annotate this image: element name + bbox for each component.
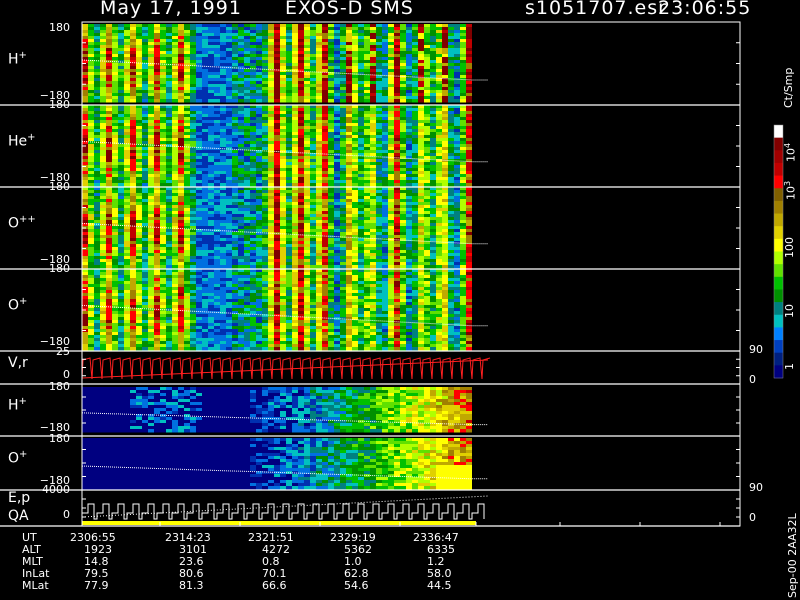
spectrogram-panel	[82, 187, 472, 269]
side-stamp: Sep-00 2AA32L	[786, 513, 799, 598]
qa-bar	[82, 521, 476, 525]
colorbar-tick-10: 10	[783, 304, 796, 318]
panel-label-qa: QA	[8, 508, 29, 524]
spectrogram-panel	[82, 387, 472, 433]
colorbar-swatch	[774, 340, 783, 354]
ytick-ep-max: 4000	[42, 483, 70, 496]
colorbar-swatch	[774, 175, 783, 189]
spectrogram-panel	[82, 105, 472, 187]
ephemeris-row-name: MLat	[22, 579, 49, 592]
panel-label-h-plus: H+	[8, 50, 27, 68]
colorbar-swatch	[774, 327, 783, 341]
panel-label-he-plus: He+	[8, 132, 36, 150]
colorbar-swatch	[774, 200, 783, 215]
spectrogram-panel	[82, 269, 472, 351]
colorbar-swatch	[774, 289, 783, 303]
ytick-o2-max: 180	[49, 432, 70, 445]
colorbar-swatch	[774, 314, 783, 328]
colorbar-swatch	[774, 276, 783, 290]
colorbar-swatch	[774, 251, 783, 265]
colorbar-swatch	[774, 213, 783, 227]
panel-label-ep: E,p	[8, 490, 31, 506]
panel-label-o-plus-2: O+	[8, 449, 28, 467]
colorbar-swatch	[774, 264, 783, 278]
ephemeris-cell: 54.6	[344, 579, 369, 592]
ephemeris-cell: 81.3	[179, 579, 204, 592]
y2tick-vr-max: 90	[749, 343, 763, 356]
colorbar-swatch	[774, 352, 783, 366]
ytick-h2-max: 180	[49, 380, 70, 393]
ephemeris-table: UT 2306:55 2314:23 2321:51 2329:19 2336:47 ALT…	[22, 532, 462, 592]
y2tick-vr-min: 0	[749, 373, 756, 386]
colorbar-swatch	[774, 137, 783, 151]
colorbar-swatch	[774, 125, 783, 139]
y2tick-ep-min: 0	[749, 511, 756, 524]
ytick-h-max: 180	[49, 21, 70, 34]
y2tick-ep-max: 90	[749, 481, 763, 494]
colorbar-swatch	[774, 188, 783, 202]
ytick-opp-max: 180	[49, 180, 70, 193]
ephemeris-cell: 77.9	[84, 579, 109, 592]
panel-label-vr: V,r	[8, 355, 28, 371]
colorbar-swatch	[774, 302, 783, 316]
panel-frame	[81, 489, 741, 527]
ephemeris-cell: 44.5	[427, 579, 452, 592]
panel-label-h-plus-2: H+	[8, 396, 27, 414]
ephemeris-row: MLat 77.9 81.3 66.6 54.6 44.5	[22, 580, 462, 592]
colorbar-unit: Ct/Smp	[782, 67, 795, 108]
ytick-he-max: 180	[49, 98, 70, 111]
colorbar-tick-1: 1	[783, 363, 796, 370]
colorbar-swatch	[774, 226, 783, 240]
colorbar-tick-1e4: 104	[783, 142, 798, 162]
ephemeris-cell: 66.6	[262, 579, 287, 592]
colorbar-swatch	[774, 162, 783, 177]
panel-label-o-plus: O+	[8, 296, 28, 314]
colorbar-tick-1e3: 103	[783, 180, 798, 200]
spectrogram-plot	[0, 21, 784, 527]
ytick-ep-min: 0	[63, 508, 70, 521]
panel-label-o-plus-plus: O++	[8, 214, 36, 232]
ytick-vr-max: 25	[56, 345, 70, 358]
colorbar-tick-100: 100	[783, 237, 796, 258]
spectrogram-panel	[82, 438, 472, 490]
colorbar-swatch	[774, 365, 783, 379]
colorbar-swatch	[774, 238, 783, 252]
colorbar-swatch	[774, 150, 783, 164]
ytick-op-max: 180	[49, 262, 70, 275]
